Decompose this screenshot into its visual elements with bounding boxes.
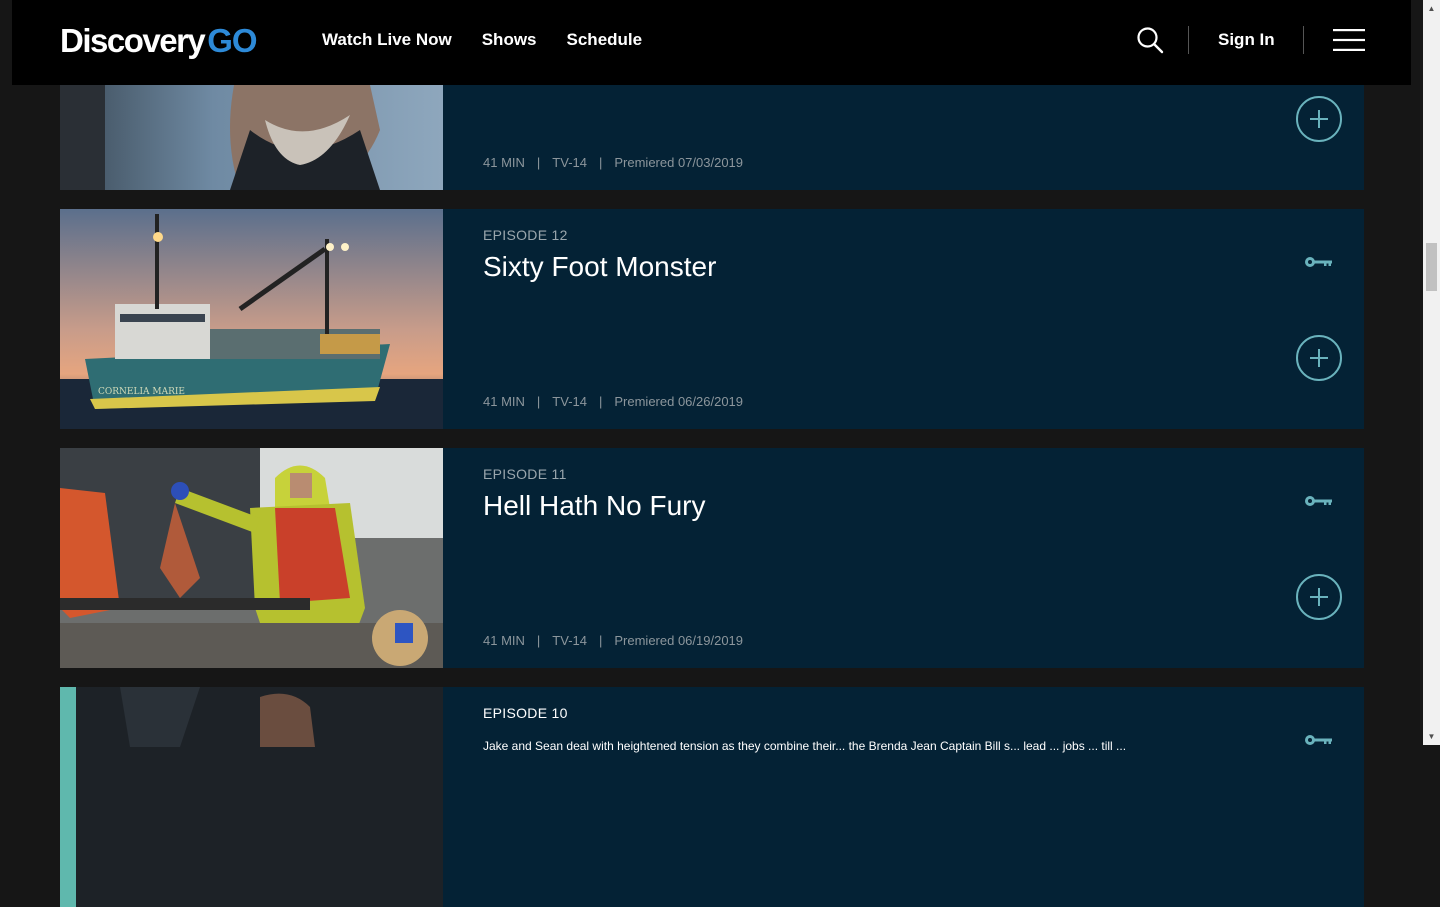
episode-card: EPISODE 10 Jake and Sean deal with heigh… [60,687,1364,907]
episode-premiered: Premiered 06/19/2019 [614,633,744,648]
scroll-thumb[interactable] [1426,243,1437,291]
nav-schedule[interactable]: Schedule [567,28,643,52]
episode-card: EPISODE 11 Hell Hath No Fury 41 MIN | TV-1… [60,448,1364,668]
episode-duration: 41 MIN [483,155,525,170]
episode-rating: TV-14 [552,633,587,648]
key-icon[interactable] [1304,494,1334,508]
episode-thumbnail[interactable] [60,448,443,668]
episode-meta: 41 MIN | TV-14 | Premiered 07/03/2019 [483,155,743,171]
hamburger-menu-icon[interactable] [1333,28,1365,52]
add-to-list-plus-circle-icon[interactable] [1296,335,1342,381]
meta-separator: | [536,155,541,170]
discovery-go-logo[interactable]: Discovery GO [60,22,258,60]
episode-number: EPISODE 11 [483,466,567,482]
meta-separator: | [598,155,603,170]
header-divider [1303,26,1304,54]
episode-premiered: Premiered 07/03/2019 [614,155,744,170]
main-nav: Watch Live Now Shows Schedule [322,28,672,52]
search-icon[interactable] [1136,26,1164,54]
meta-separator: | [536,394,541,409]
meta-separator: | [598,394,603,409]
scroll-up-arrow-icon[interactable]: ▲ [1423,0,1440,17]
meta-separator: | [598,633,603,648]
episode-rating: TV-14 [552,394,587,409]
episode-thumbnail[interactable] [60,687,443,907]
episode-duration: 41 MIN [483,394,525,409]
nav-watch-live-now[interactable]: Watch Live Now [322,28,452,52]
logo-go-text: GO [207,22,257,59]
episode-duration: 41 MIN [483,633,525,648]
sign-in-button[interactable]: Sign In [1218,28,1275,52]
site-header: Discovery GO Watch Live Now Shows Schedu… [12,0,1411,85]
episode-number: EPISODE 10 [483,705,568,721]
episode-card: CORNELIA MARIE EPISODE 12 Sixty Foot Mon… [60,209,1364,429]
boat-name-text: CORNELIA MARIE [98,387,185,397]
header-divider [1188,26,1189,54]
episode-title[interactable]: Sixty Foot Monster [483,249,716,285]
episode-description: Jake and Sean deal with heightened tensi… [483,739,1127,753]
episode-meta: 41 MIN | TV-14 | Premiered 06/19/2019 [483,633,743,649]
key-icon[interactable] [1304,255,1334,269]
episode-thumbnail[interactable]: CORNELIA MARIE [60,209,443,429]
page-scrollbar[interactable]: ▲ ▼ [1423,0,1440,745]
add-to-list-plus-circle-icon[interactable] [1296,96,1342,142]
meta-separator: | [536,633,541,648]
nav-shows[interactable]: Shows [482,28,537,52]
episode-premiered: Premiered 06/26/2019 [614,394,744,409]
logo-discovery-text: Discovery [60,22,206,59]
episode-meta: 41 MIN | TV-14 | Premiered 06/26/2019 [483,394,743,410]
episode-number: EPISODE 12 [483,227,568,243]
episode-title[interactable]: Hell Hath No Fury [483,488,706,524]
scroll-down-arrow-icon[interactable]: ▼ [1423,728,1440,745]
episode-rating: TV-14 [552,155,587,170]
add-to-list-plus-circle-icon[interactable] [1296,574,1342,620]
